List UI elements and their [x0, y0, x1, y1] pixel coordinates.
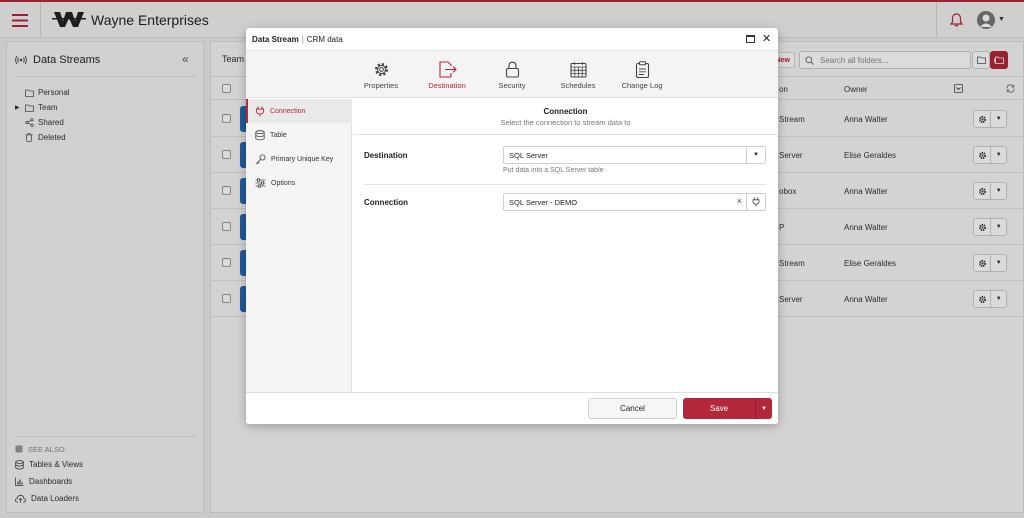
nav-label: Primary Unique Key [271, 155, 334, 163]
cancel-button[interactable]: Cancel [588, 398, 677, 419]
connection-label: Connection [364, 198, 408, 207]
close-icon[interactable]: ✕ [762, 32, 771, 45]
section-title: Connection [543, 107, 588, 116]
key-icon [255, 154, 266, 164]
section-subtitle: Select the connection to stream data to [500, 118, 631, 127]
tab-change-log[interactable]: Change Log [618, 59, 666, 90]
dialog-title: Data Stream | CRM data [252, 35, 343, 44]
dialog-tabs: Properties Destination Security Schedule… [246, 51, 778, 98]
destination-help: Put data into a SQL Server table [503, 167, 604, 174]
nav-options[interactable]: Options [246, 171, 352, 195]
dialog-title-bar: Data Stream | CRM data ✕ [246, 28, 778, 51]
connection-panel: Connection Select the connection to stre… [353, 99, 778, 392]
nav-connection[interactable]: Connection [246, 99, 352, 123]
gear-icon [374, 62, 388, 76]
tab-schedules[interactable]: Schedules [555, 59, 601, 90]
nav-table[interactable]: Table [246, 123, 352, 147]
connection-test-button[interactable] [746, 194, 765, 210]
tab-security[interactable]: Security [489, 59, 535, 90]
connection-value: SQL Server - DEMO [509, 197, 578, 207]
dialog-side-nav: Connection Table Primary Unique Key Opti… [246, 99, 352, 392]
chevron-down-icon[interactable]: ▼ [746, 147, 765, 163]
tab-destination[interactable]: Destination [422, 59, 472, 90]
sliders-icon [255, 178, 266, 188]
clipboard-icon [635, 60, 649, 78]
divider [364, 184, 766, 185]
destination-value: SQL Server [509, 150, 548, 160]
nav-label: Options [271, 179, 296, 187]
destination-select[interactable]: SQL Server ▼ [503, 146, 766, 164]
destination-label: Destination [364, 151, 408, 160]
section-header: Connection Select the connection to stre… [353, 99, 778, 135]
plug-icon [256, 106, 264, 116]
database-icon [255, 129, 265, 140]
connection-select[interactable]: SQL Server - DEMO × [503, 193, 766, 211]
tab-properties[interactable]: Properties [358, 59, 404, 90]
calendar-icon [569, 61, 587, 78]
maximize-icon[interactable] [746, 35, 755, 43]
clear-icon[interactable]: × [737, 196, 742, 206]
nav-label: Table [270, 131, 287, 139]
dialog-footer: Cancel Save ▼ [246, 392, 778, 424]
export-icon [438, 60, 457, 78]
lock-icon [505, 61, 519, 78]
dialog-subtitle: CRM data [306, 35, 343, 44]
data-stream-dialog: Data Stream | CRM data ✕ Properties Destin… [246, 28, 778, 424]
nav-label: Connection [270, 107, 306, 115]
plug-icon [752, 197, 760, 207]
save-button[interactable]: Save [683, 404, 755, 413]
chevron-down-icon[interactable]: ▼ [755, 398, 772, 419]
nav-primary-unique-key[interactable]: Primary Unique Key [246, 147, 352, 171]
save-button-group: Save ▼ [683, 398, 772, 419]
